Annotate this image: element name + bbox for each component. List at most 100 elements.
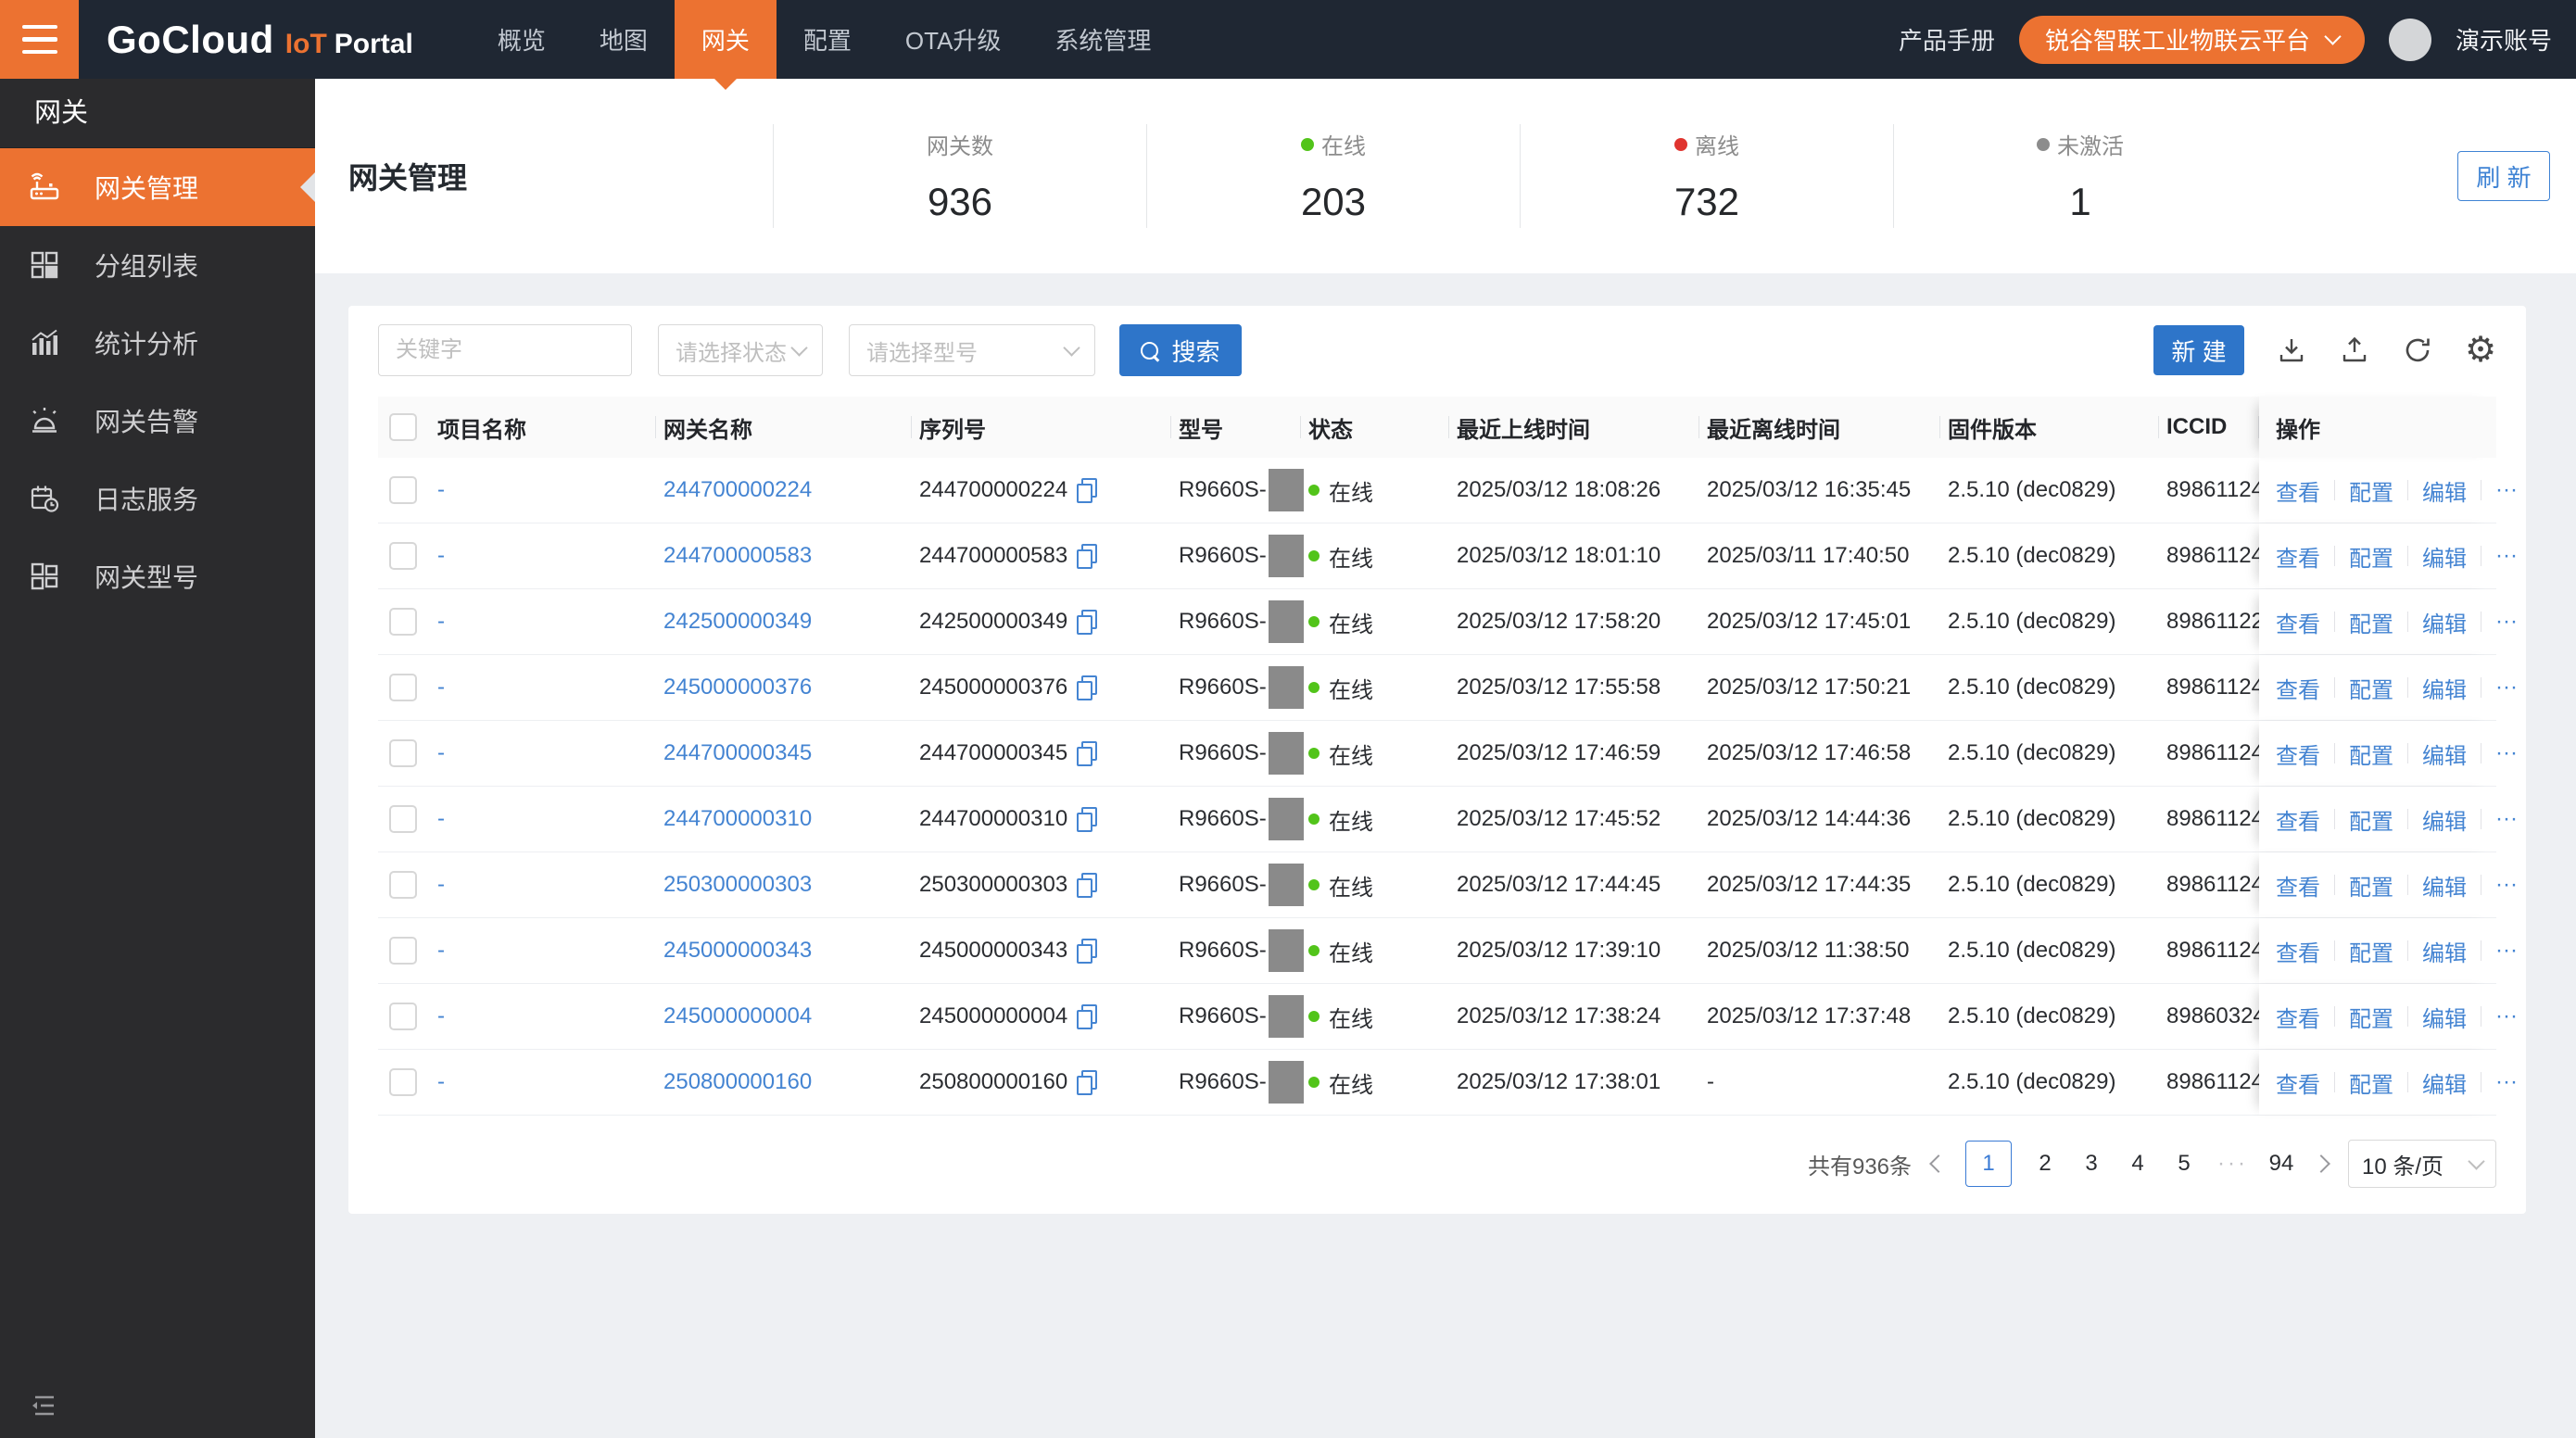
action-link-配置[interactable]: 配置 <box>2349 1066 2393 1099</box>
refresh-button[interactable]: 刷 新 <box>2457 151 2550 201</box>
more-actions-link[interactable]: ··· <box>2495 1069 2518 1095</box>
action-link-配置[interactable]: 配置 <box>2349 803 2393 836</box>
row-checkbox[interactable] <box>389 674 417 701</box>
action-link-编辑[interactable]: 编辑 <box>2422 803 2467 836</box>
gateway-name-link[interactable]: 244700000583 <box>663 543 812 569</box>
keyword-input[interactable] <box>378 324 632 376</box>
action-link-编辑[interactable]: 编辑 <box>2422 606 2467 638</box>
action-link-查看[interactable]: 查看 <box>2276 672 2320 704</box>
action-link-配置[interactable]: 配置 <box>2349 738 2393 770</box>
nav-item-OTA升级[interactable]: OTA升级 <box>878 0 1029 79</box>
row-checkbox[interactable] <box>389 1003 417 1030</box>
action-link-编辑[interactable]: 编辑 <box>2422 1066 2467 1099</box>
settings-icon[interactable]: ⚙ <box>2465 333 2496 368</box>
copy-icon[interactable] <box>1077 1003 1098 1029</box>
action-link-编辑[interactable]: 编辑 <box>2422 540 2467 573</box>
action-link-编辑[interactable]: 编辑 <box>2422 672 2467 704</box>
action-link-配置[interactable]: 配置 <box>2349 869 2393 902</box>
prev-page-icon[interactable] <box>1929 1154 1948 1173</box>
page-number-4[interactable]: 4 <box>2125 1151 2151 1177</box>
pagination-ellipsis-icon[interactable]: ··· <box>2217 1151 2248 1177</box>
sidebar-item-网关告警[interactable]: 网关告警 <box>0 382 315 460</box>
more-actions-link[interactable]: ··· <box>2495 543 2518 569</box>
nav-item-系统管理[interactable]: 系统管理 <box>1028 0 1178 79</box>
create-button[interactable]: 新 建 <box>2153 325 2244 375</box>
upload-icon[interactable] <box>2339 334 2370 366</box>
nav-item-概览[interactable]: 概览 <box>471 0 573 79</box>
action-link-查看[interactable]: 查看 <box>2276 474 2320 507</box>
page-number-3[interactable]: 3 <box>2078 1151 2104 1177</box>
refresh-icon[interactable] <box>2402 334 2433 366</box>
row-checkbox[interactable] <box>389 871 417 899</box>
project-name-link[interactable]: - <box>437 1069 445 1095</box>
action-link-配置[interactable]: 配置 <box>2349 474 2393 507</box>
search-button[interactable]: 搜索 <box>1119 324 1242 376</box>
copy-icon[interactable] <box>1077 675 1098 700</box>
more-actions-link[interactable]: ··· <box>2495 740 2518 766</box>
project-name-link[interactable]: - <box>437 1003 445 1029</box>
more-actions-link[interactable]: ··· <box>2495 1003 2518 1029</box>
gateway-name-link[interactable]: 244700000310 <box>663 806 812 832</box>
gateway-name-link[interactable]: 245000000376 <box>663 675 812 700</box>
model-select[interactable]: 请选择型号 <box>849 324 1095 376</box>
action-link-配置[interactable]: 配置 <box>2349 672 2393 704</box>
more-actions-link[interactable]: ··· <box>2495 938 2518 964</box>
more-actions-link[interactable]: ··· <box>2495 477 2518 503</box>
sidebar-item-网关型号[interactable]: 网关型号 <box>0 537 315 615</box>
hamburger-menu-icon[interactable] <box>0 0 79 79</box>
action-link-查看[interactable]: 查看 <box>2276 803 2320 836</box>
gateway-name-link[interactable]: 244700000224 <box>663 477 812 503</box>
gateway-name-link[interactable]: 245000000343 <box>663 938 812 964</box>
action-link-配置[interactable]: 配置 <box>2349 935 2393 967</box>
download-icon[interactable] <box>2276 334 2307 366</box>
action-link-查看[interactable]: 查看 <box>2276 540 2320 573</box>
avatar[interactable] <box>2388 18 2431 61</box>
action-link-编辑[interactable]: 编辑 <box>2422 474 2467 507</box>
gateway-name-link[interactable]: 250300000303 <box>663 872 812 898</box>
account-name[interactable]: 演示账号 <box>2456 22 2552 57</box>
platform-switcher-button[interactable]: 锐谷智联工业物联云平台 <box>2018 15 2365 64</box>
page-number-1[interactable]: 1 <box>1965 1141 2013 1187</box>
copy-icon[interactable] <box>1077 740 1098 766</box>
action-link-编辑[interactable]: 编辑 <box>2422 935 2467 967</box>
action-link-查看[interactable]: 查看 <box>2276 869 2320 902</box>
more-actions-link[interactable]: ··· <box>2495 872 2518 898</box>
collapse-sidebar-icon[interactable] <box>28 1390 59 1421</box>
gateway-name-link[interactable]: 242500000349 <box>663 609 812 635</box>
action-link-编辑[interactable]: 编辑 <box>2422 869 2467 902</box>
product-manual-link[interactable]: 产品手册 <box>1899 22 1995 57</box>
nav-item-网关[interactable]: 网关 <box>674 0 777 90</box>
page-number-94[interactable]: 94 <box>2268 1151 2294 1177</box>
project-name-link[interactable]: - <box>437 872 445 898</box>
copy-icon[interactable] <box>1077 543 1098 569</box>
project-name-link[interactable]: - <box>437 543 445 569</box>
gateway-name-link[interactable]: 245000000004 <box>663 1003 812 1029</box>
sidebar-item-统计分析[interactable]: 统计分析 <box>0 304 315 382</box>
action-link-查看[interactable]: 查看 <box>2276 606 2320 638</box>
copy-icon[interactable] <box>1077 872 1098 898</box>
project-name-link[interactable]: - <box>437 609 445 635</box>
more-actions-link[interactable]: ··· <box>2495 609 2518 635</box>
page-number-5[interactable]: 5 <box>2171 1151 2197 1177</box>
status-select[interactable]: 请选择状态 <box>658 324 823 376</box>
copy-icon[interactable] <box>1077 477 1098 503</box>
project-name-link[interactable]: - <box>437 740 445 766</box>
action-link-查看[interactable]: 查看 <box>2276 1001 2320 1033</box>
row-checkbox[interactable] <box>389 739 417 767</box>
action-link-查看[interactable]: 查看 <box>2276 738 2320 770</box>
copy-icon[interactable] <box>1077 609 1098 635</box>
page-number-2[interactable]: 2 <box>2032 1151 2058 1177</box>
project-name-link[interactable]: - <box>437 477 445 503</box>
more-actions-link[interactable]: ··· <box>2495 675 2518 700</box>
page-size-select[interactable]: 10 条/页 <box>2348 1140 2496 1188</box>
action-link-配置[interactable]: 配置 <box>2349 606 2393 638</box>
action-link-编辑[interactable]: 编辑 <box>2422 738 2467 770</box>
action-link-查看[interactable]: 查看 <box>2276 1066 2320 1099</box>
sidebar-item-分组列表[interactable]: 分组列表 <box>0 226 315 304</box>
gateway-name-link[interactable]: 244700000345 <box>663 740 812 766</box>
sidebar-item-日志服务[interactable]: 日志服务 <box>0 460 315 537</box>
action-link-编辑[interactable]: 编辑 <box>2422 1001 2467 1033</box>
project-name-link[interactable]: - <box>437 675 445 700</box>
copy-icon[interactable] <box>1077 1069 1098 1095</box>
row-checkbox[interactable] <box>389 608 417 636</box>
